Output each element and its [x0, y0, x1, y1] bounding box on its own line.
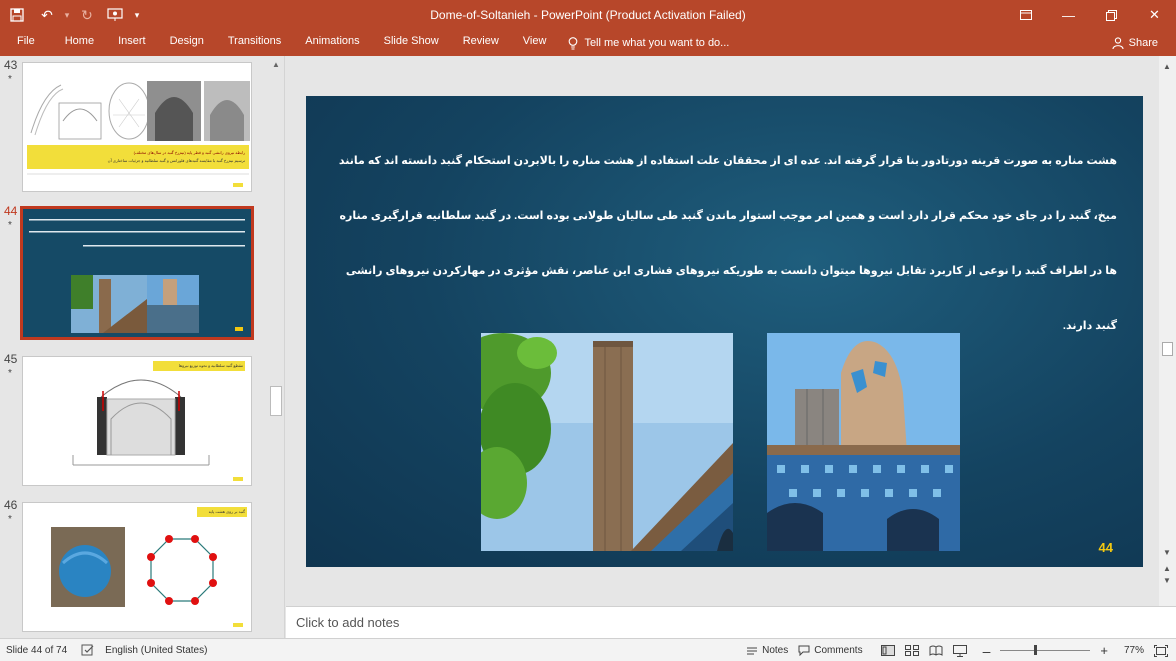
slide-number: 45 — [4, 352, 18, 366]
slide-sorter-icon[interactable] — [904, 645, 919, 656]
present-from-start-icon[interactable] — [100, 0, 130, 30]
spelling-check-icon[interactable] — [81, 644, 95, 656]
tab-insert[interactable]: Insert — [106, 30, 158, 56]
thumbnail-slide-43[interactable]: 43 * رابطه نیروی رانشی گنبد و قطر پایه (… — [0, 58, 268, 198]
ribbon-display-options-icon[interactable] — [1004, 0, 1047, 30]
save-icon[interactable] — [0, 0, 34, 30]
notes-icon — [746, 646, 758, 656]
notes-placeholder[interactable]: Click to add notes — [296, 615, 399, 630]
animation-star-icon: * — [8, 220, 12, 231]
comments-icon — [798, 645, 810, 656]
tab-animations[interactable]: Animations — [293, 30, 371, 56]
thumbnail-caption: ترسیم نیم‌رخ گنبد با مقایسه گنبدهای فلور… — [107, 158, 245, 163]
tab-design[interactable]: Design — [158, 30, 216, 56]
zoom-level[interactable]: 77% — [1124, 645, 1144, 656]
tab-file[interactable]: File — [0, 30, 53, 56]
ribbon-tabs: File Home Insert Design Transitions Anim… — [0, 30, 1176, 56]
minimize-icon[interactable]: — — [1047, 0, 1090, 30]
dome-ruins-photo[interactable] — [767, 333, 960, 551]
tab-view[interactable]: View — [511, 30, 559, 56]
status-bar: Slide 44 of 74 English (United States) N… — [0, 638, 1176, 661]
status-right-controls: Notes Comments – + 77% — [746, 639, 1168, 661]
thumbnail-slide-44[interactable]: 44 * — [0, 204, 268, 344]
slide-show-icon[interactable] — [952, 644, 967, 657]
tab-slide-show[interactable]: Slide Show — [372, 30, 451, 56]
slide-scrollbar[interactable]: ▲ ▼ ▲ ▼ — [1159, 56, 1176, 606]
zoom-in-button[interactable]: + — [1100, 643, 1108, 658]
window-controls: — ✕ — [1004, 0, 1176, 30]
slide-thumbnail-image: رابطه نیروی رانشی گنبد و قطر پایه (نیم‌ر… — [22, 62, 252, 192]
slide-thumbnail-image — [20, 206, 254, 340]
share-label: Share — [1128, 37, 1158, 49]
animation-star-icon: * — [8, 514, 12, 525]
slide-body-text[interactable]: هشت مناره به صورت قرینه دورتادور بنا قرا… — [326, 134, 1117, 354]
tab-review[interactable]: Review — [451, 30, 511, 56]
slide-thumbnail-image: مقطع گنبد سلطانیه و نحوه توزیع نیروها — [22, 356, 252, 486]
thumbnail-caption: رابطه نیروی رانشی گنبد و قطر پایه (نیم‌ر… — [133, 150, 245, 155]
thumbnail-caption: گنبد بر روی هشت پایه — [208, 509, 245, 514]
slide-editing-area: هشت مناره به صورت قرینه دورتادور بنا قرا… — [286, 56, 1159, 606]
slide-number: 46 — [4, 498, 18, 512]
slide-number: 43 — [4, 58, 18, 72]
slide-number: 44 — [4, 204, 18, 218]
share-button[interactable]: Share — [1112, 30, 1158, 56]
comments-label: Comments — [814, 645, 863, 656]
scroll-up-icon[interactable]: ▲ — [272, 60, 280, 69]
restore-icon[interactable] — [1090, 0, 1133, 30]
undo-dropdown-icon[interactable]: ▾ — [60, 0, 74, 30]
window-title: Dome-of-Soltanieh - PowerPoint (Product … — [430, 8, 746, 22]
scrollbar-thumb[interactable] — [1162, 342, 1173, 356]
person-icon — [1112, 37, 1124, 49]
minaret-photo[interactable] — [481, 333, 733, 551]
scrollbar-thumb[interactable] — [270, 386, 282, 416]
next-slide-icon[interactable]: ▼ — [1163, 576, 1171, 585]
tell-me-text: Tell me what you want to do... — [584, 37, 730, 49]
normal-view-icon[interactable] — [880, 645, 895, 656]
language-indicator[interactable]: English (United States) — [105, 645, 207, 656]
slide-thumbnail-image: گنبد بر روی هشت پایه — [22, 502, 252, 632]
notes-toggle-button[interactable]: Notes — [746, 645, 788, 656]
comments-toggle-button[interactable]: Comments — [798, 645, 863, 656]
redo-icon[interactable]: ↻ — [74, 0, 100, 30]
undo-icon[interactable]: ↶ — [34, 0, 60, 30]
close-icon[interactable]: ✕ — [1133, 0, 1176, 30]
notes-pane[interactable]: Click to add notes — [286, 606, 1176, 638]
zoom-out-button[interactable]: – — [983, 643, 991, 659]
reading-view-icon[interactable] — [929, 645, 943, 656]
title-bar: ↶ ▾ ↻ ▾ Dome-of-Soltanieh - PowerPoint (… — [0, 0, 1176, 30]
thumbnail-slide-45[interactable]: 45 * مقطع گنبد سلطانیه و نحوه توزیع نیرو… — [0, 352, 268, 492]
scroll-down-icon[interactable]: ▼ — [1163, 548, 1171, 557]
zoom-slider-knob[interactable] — [1034, 645, 1038, 655]
customize-qat-icon[interactable]: ▾ — [130, 0, 144, 30]
zoom-slider[interactable] — [1000, 645, 1091, 655]
thumbnails-scrollbar[interactable]: ▲ — [268, 56, 284, 638]
tab-transitions[interactable]: Transitions — [216, 30, 293, 56]
quick-access-toolbar: ↶ ▾ ↻ ▾ — [0, 0, 144, 30]
fit-slide-icon[interactable] — [1154, 644, 1168, 657]
previous-slide-icon[interactable]: ▲ — [1163, 564, 1171, 573]
tell-me-box[interactable]: Tell me what you want to do... — [568, 36, 730, 50]
slide-number-label: 44 — [1098, 540, 1113, 555]
slide-thumbnails-pane: 43 * رابطه نیروی رانشی گنبد و قطر پایه (… — [0, 56, 285, 638]
tab-home[interactable]: Home — [53, 30, 106, 56]
current-slide[interactable]: هشت مناره به صورت قرینه دورتادور بنا قرا… — [306, 96, 1143, 567]
notes-label: Notes — [762, 645, 789, 656]
thumbnail-caption: مقطع گنبد سلطانیه و نحوه توزیع نیروها — [178, 363, 243, 368]
animation-star-icon: * — [8, 368, 12, 379]
animation-star-icon: * — [8, 74, 12, 85]
lightbulb-icon — [568, 36, 578, 50]
scroll-up-icon[interactable]: ▲ — [1163, 62, 1171, 71]
slide-counter: Slide 44 of 74 — [6, 644, 68, 656]
thumbnail-slide-46[interactable]: 46 * گنبد بر روی هشت پایه — [0, 498, 268, 638]
